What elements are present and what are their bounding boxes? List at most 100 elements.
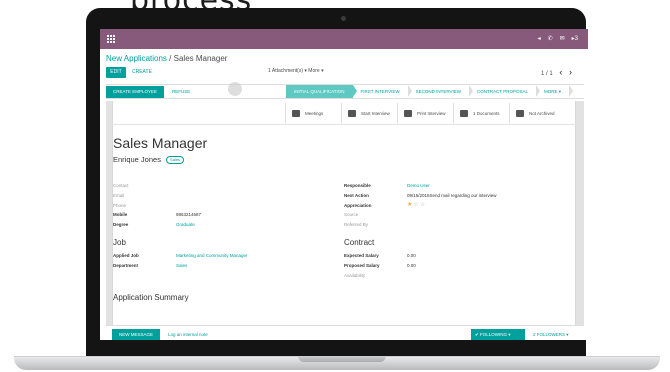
create-button[interactable]: CREATE (132, 67, 152, 78)
star-empty-icon[interactable]: ☆ (420, 202, 426, 208)
field-label: Proposed Salary (344, 262, 380, 268)
log-note-link[interactable]: Log an internal note (168, 329, 208, 340)
mobile-value[interactable]: 9863214687 (176, 210, 201, 220)
field-label: Contact (113, 183, 129, 188)
field-row: Referred By (344, 220, 497, 230)
breadcrumb-current: Sales Manager (173, 54, 228, 63)
field-label: Availability (344, 272, 366, 278)
proposed-salary-value[interactable]: 0.00 (407, 261, 416, 271)
top-menu-bar: ◂ ✆ ✉ ▸3 (100, 29, 588, 49)
field-label: Next Action (344, 192, 369, 198)
followers-dropdown[interactable]: 2 FOLLOWERS ▾ (533, 329, 569, 340)
applicant-name-text[interactable]: Enrique Jones (113, 155, 161, 164)
stage-more-dropdown[interactable]: MORE ▾ (536, 85, 574, 98)
stage-initial-qualification[interactable]: INITIAL QUALIFICATION (286, 85, 357, 98)
following-button[interactable]: ✔ FOLLOWING ▾ (471, 329, 525, 340)
start-interview-label: Start Interview (361, 110, 390, 116)
chatter-bar: NEW MESSAGE Log an internal note ✔ FOLLO… (106, 325, 584, 340)
responsible-value[interactable]: Demo User (407, 181, 430, 191)
field-label: Responsible (344, 183, 371, 188)
start-interview-button[interactable]: Start Interview (341, 103, 397, 123)
meetings-label: Meetings (305, 110, 324, 116)
field-row: Appreciation ★☆☆ (344, 201, 497, 211)
field-label: Appreciation (344, 202, 372, 208)
smart-buttons: Meetings Start Interview Print Interview… (285, 103, 567, 123)
person-icon (348, 109, 356, 117)
field-row: Department Sales (113, 261, 248, 271)
job-fields: Applied Job Marketing and Community Mana… (113, 251, 248, 271)
camera-dot (341, 16, 346, 21)
contact-fields: Contact Email Phone Mobile 9863214687 De… (113, 181, 201, 230)
attachment-more-dropdowns[interactable]: 1 Attachment(s) ▾ More ▾ (268, 68, 324, 74)
field-label: Mobile (113, 212, 128, 218)
field-row: Expected Salary 0.00 (344, 251, 416, 261)
record-title[interactable]: Sales Manager (113, 135, 207, 151)
meetings-button[interactable]: Meetings (285, 103, 341, 123)
responsible-fields: Responsible Demo User Next Action 09/15/… (344, 181, 497, 230)
stage-pipeline: INITIAL QUALIFICATION FIRST INTERVIEW SE… (286, 85, 574, 98)
documents-label: 1 Documents (473, 110, 500, 116)
expected-salary-value[interactable]: 0.00 (407, 251, 416, 261)
pager-value: 1 / 1 (541, 71, 553, 77)
activity-icon[interactable]: ◂ (538, 35, 541, 43)
job-section-title: Job (113, 238, 126, 247)
breadcrumb-parent-link[interactable]: New Applications (106, 54, 167, 63)
new-message-button[interactable]: NEW MESSAGE (112, 329, 160, 340)
degree-value[interactable]: Graduate (176, 220, 195, 230)
field-row: Contact (113, 181, 201, 191)
pager-next-icon[interactable]: › (569, 67, 572, 77)
documents-button[interactable]: 1 Documents (453, 103, 509, 123)
field-row: Availability (344, 271, 416, 281)
print-interview-label: Print Interview (417, 110, 446, 116)
field-row: Applied Job Marketing and Community Mana… (113, 251, 248, 261)
cursor-highlight (228, 82, 242, 96)
breadcrumb: New Applications / Sales Manager (106, 54, 227, 63)
field-label: Applied Job (113, 253, 139, 258)
create-employee-button[interactable]: CREATE EMPLOYEE (106, 86, 164, 98)
field-label: Department (113, 262, 139, 268)
pager-previous-icon[interactable]: ‹ (559, 67, 562, 77)
refuse-button[interactable]: REFUSE (172, 86, 190, 98)
field-row: Mobile 9863214687 (113, 210, 201, 220)
applicant-name: Enrique Jones Sales (113, 155, 185, 164)
field-row: Next Action 09/15/2016Send mail regardin… (344, 191, 497, 201)
calendar-icon (292, 109, 300, 117)
stage-contract-proposal[interactable]: CONTRACT PROPOSAL (469, 85, 540, 98)
divider (112, 124, 576, 125)
archive-label: Not Archived (529, 110, 555, 116)
print-interview-button[interactable]: Print Interview (397, 103, 453, 123)
field-row: Degree Graduate (113, 220, 201, 230)
field-row: Responsible Demo User (344, 181, 497, 191)
department-value[interactable]: Sales (176, 261, 187, 271)
field-row: Email (113, 191, 201, 201)
apps-grid-icon[interactable] (107, 35, 115, 43)
next-action-value[interactable]: 09/15/2016Send mail regarding our interv… (407, 191, 497, 201)
breadcrumb-separator: / (169, 54, 172, 63)
category-tag[interactable]: Sales (166, 156, 185, 164)
contract-section-title: Contract (344, 238, 375, 247)
systray: ◂ ✆ ✉ ▸3 (538, 35, 578, 43)
appreciation-stars[interactable]: ★☆☆ (407, 201, 426, 211)
field-label: Source (344, 212, 359, 218)
book-icon (460, 109, 468, 117)
field-row: Proposed Salary 0.00 (344, 261, 416, 271)
printer-icon (404, 109, 412, 117)
mail-icon[interactable]: ✉ (560, 35, 565, 43)
field-label: Referred By (344, 222, 369, 228)
field-row: Phone (113, 201, 201, 211)
status-bar: CREATE EMPLOYEE REFUSE INITIAL QUALIFICA… (106, 84, 584, 99)
edit-button[interactable]: EDIT (106, 67, 126, 78)
applied-job-value[interactable]: Marketing and Community Manager (176, 251, 248, 261)
app-screen: ◂ ✆ ✉ ▸3 New Applications / Sales Manage… (100, 29, 588, 340)
laptop-notch (298, 356, 386, 362)
stage-first-interview[interactable]: FIRST INTERVIEW (353, 85, 412, 98)
contract-fields: Expected Salary 0.00 Proposed Salary 0.0… (344, 251, 416, 280)
archive-toggle-button[interactable]: Not Archived (509, 103, 567, 123)
field-label: Email (113, 192, 125, 198)
field-label: Expected Salary (344, 253, 379, 258)
field-row: Source (344, 210, 497, 220)
application-summary-title: Application Summary (113, 293, 189, 302)
phone-icon[interactable]: ✆ (548, 35, 553, 43)
chat-icon[interactable]: ▸3 (572, 35, 578, 43)
stage-second-interview[interactable]: SECOND INTERVIEW (408, 85, 474, 98)
